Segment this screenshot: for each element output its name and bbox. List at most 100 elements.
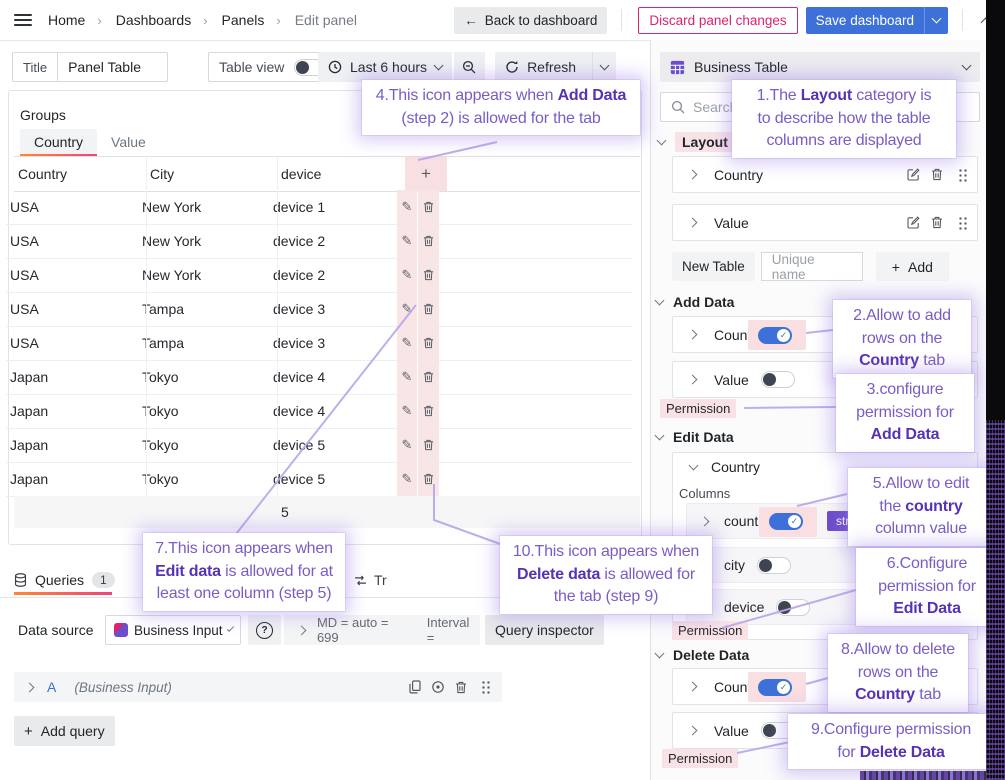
layout-item-country[interactable]: Country — [672, 156, 978, 193]
cell-city: New York — [142, 267, 202, 283]
chevron-right-icon — [687, 725, 698, 736]
edit-row-button[interactable]: ✎ — [397, 394, 417, 428]
edit-country-toggle[interactable] — [769, 513, 803, 530]
table-row: Japan Tokyo device 5 ✎ — [6, 428, 632, 463]
callout-line: Country tab — [855, 686, 941, 704]
edit-row-button[interactable]: ✎ — [397, 360, 417, 394]
edit-device-toggle[interactable] — [776, 598, 811, 616]
table-row: USA New York device 1 ✎ — [6, 190, 632, 225]
edit-row-button[interactable]: ✎ — [397, 190, 417, 224]
time-controls: Last 6 hours Refresh — [318, 52, 617, 82]
add-data-value-toggle[interactable] — [760, 371, 795, 388]
new-table-button[interactable]: New Table — [672, 252, 755, 281]
section-edit-data[interactable]: Edit Data — [654, 429, 734, 445]
expand-query-chevron[interactable] — [24, 682, 35, 692]
edit-data-country-group[interactable]: Country — [688, 459, 760, 475]
back-to-dashboard-button[interactable]: ← Back to dashboard — [454, 6, 608, 34]
column-header[interactable]: Country — [18, 157, 67, 191]
callout-4: 4.This icon appears when Add Data (step 2… — [362, 80, 640, 136]
delete-row-button[interactable] — [418, 224, 439, 258]
delete-row-button[interactable] — [418, 258, 439, 292]
chevron-right-icon — [687, 329, 698, 340]
query-options-bar[interactable]: MD = auto = 699 Interval = — [284, 615, 480, 645]
edit-row-button[interactable]: ✎ — [397, 462, 417, 496]
delete-row-button[interactable] — [418, 360, 439, 394]
edit-row-button[interactable]: ✎ — [397, 428, 417, 462]
add-query-button[interactable]: + Add query — [14, 716, 115, 746]
delete-row-button[interactable] — [418, 428, 439, 462]
delete-row-button[interactable] — [418, 326, 439, 360]
callout-line: (step 2) is allowed for the tab — [401, 109, 601, 127]
delete-row-button[interactable] — [418, 190, 439, 224]
callout-line: permission for — [856, 403, 954, 421]
panel-type-picker[interactable]: Business Table — [660, 52, 980, 82]
delete-column-icon[interactable] — [925, 168, 949, 181]
drag-handle-icon[interactable] — [949, 167, 975, 182]
delete-row-button[interactable] — [418, 292, 439, 326]
panel-title-input[interactable]: Panel Table — [58, 52, 169, 82]
datasource-help-button[interactable]: ? — [248, 615, 281, 645]
time-range-picker[interactable]: Last 6 hours — [318, 52, 453, 82]
edit-column-icon[interactable] — [901, 168, 925, 181]
tab-value[interactable]: Value — [97, 129, 160, 155]
edit-row-button[interactable]: ✎ — [397, 258, 417, 292]
query-inspector-button[interactable]: Query inspector — [485, 615, 604, 645]
column-header[interactable]: City — [150, 157, 174, 191]
callout-line: 6.Configure — [886, 555, 968, 572]
section-layout[interactable]: Layout — [656, 132, 735, 152]
cell-device: device 4 — [273, 403, 326, 419]
save-dashboard-button[interactable]: Save dashboard — [805, 6, 948, 34]
breadcrumb-dashboards[interactable]: Dashboards — [116, 12, 192, 28]
column-divider — [277, 156, 278, 496]
edit-row-button[interactable]: ✎ — [397, 326, 417, 360]
section-delete-data[interactable]: Delete Data — [654, 647, 749, 663]
breadcrumb-home[interactable]: Home — [48, 12, 85, 28]
edit-city-toggle[interactable] — [757, 556, 791, 574]
duplicate-query-icon[interactable] — [404, 680, 426, 694]
delete-row-button[interactable] — [418, 394, 439, 428]
callout-line: permission for — [878, 577, 976, 595]
delete-country-toggle[interactable] — [758, 679, 792, 696]
drag-handle-icon[interactable] — [949, 215, 975, 230]
chevron-down-icon — [688, 460, 699, 471]
save-dashboard-dropdown[interactable] — [924, 6, 948, 34]
unique-name-input[interactable]: Unique name — [760, 252, 863, 282]
table-view-label: Table view — [219, 59, 285, 75]
table-footer-row: 5 — [14, 496, 640, 528]
discard-panel-changes-button[interactable]: Discard panel changes — [638, 6, 798, 34]
edit-column-icon[interactable] — [901, 216, 925, 229]
callout-line: 4.This icon appears when Add Data — [375, 87, 627, 104]
zoom-out-time-button[interactable] — [454, 52, 486, 82]
tab-country[interactable]: Country — [20, 129, 98, 157]
transform-tab[interactable]: Tr — [354, 568, 387, 592]
add-table-button[interactable]: + Add — [875, 252, 949, 281]
query-ref-id: A — [47, 679, 57, 695]
breadcrumb-panels[interactable]: Panels — [222, 12, 265, 28]
queries-tab[interactable]: Queries 1 — [14, 568, 115, 592]
section-add-data[interactable]: Add Data — [654, 294, 734, 310]
edit-row-button[interactable]: ✎ — [397, 292, 417, 326]
edit-row-button[interactable]: ✎ — [397, 224, 417, 258]
hide-query-icon[interactable] — [426, 680, 449, 694]
column-header[interactable]: device — [281, 157, 321, 191]
new-table-row: New Table Unique name + Add — [672, 252, 949, 282]
cell-city: Tokyo — [142, 369, 179, 385]
cell-device: device 1 — [273, 199, 326, 215]
delete-column-icon[interactable] — [925, 216, 949, 229]
transform-icon — [355, 575, 366, 585]
add-row-button[interactable]: + — [405, 157, 447, 191]
refresh-interval-dropdown[interactable] — [592, 52, 617, 82]
refresh-icon — [506, 61, 518, 73]
datasource-picker[interactable]: Business Input — [105, 615, 241, 645]
delete-query-icon[interactable] — [449, 681, 472, 694]
query-row[interactable]: A (Business Input) — [14, 672, 502, 702]
plus-icon: + — [891, 258, 900, 275]
cell-city: Tokyo — [142, 403, 179, 419]
menu-icon[interactable] — [14, 14, 32, 26]
drag-handle-icon[interactable] — [472, 680, 498, 694]
layout-item-value[interactable]: Value — [672, 204, 978, 241]
refresh-button[interactable]: Refresh — [495, 52, 593, 82]
delete-row-button[interactable] — [418, 462, 439, 496]
add-data-country-toggle[interactable] — [758, 327, 792, 344]
screenshot-edge-strip — [986, 0, 1005, 780]
